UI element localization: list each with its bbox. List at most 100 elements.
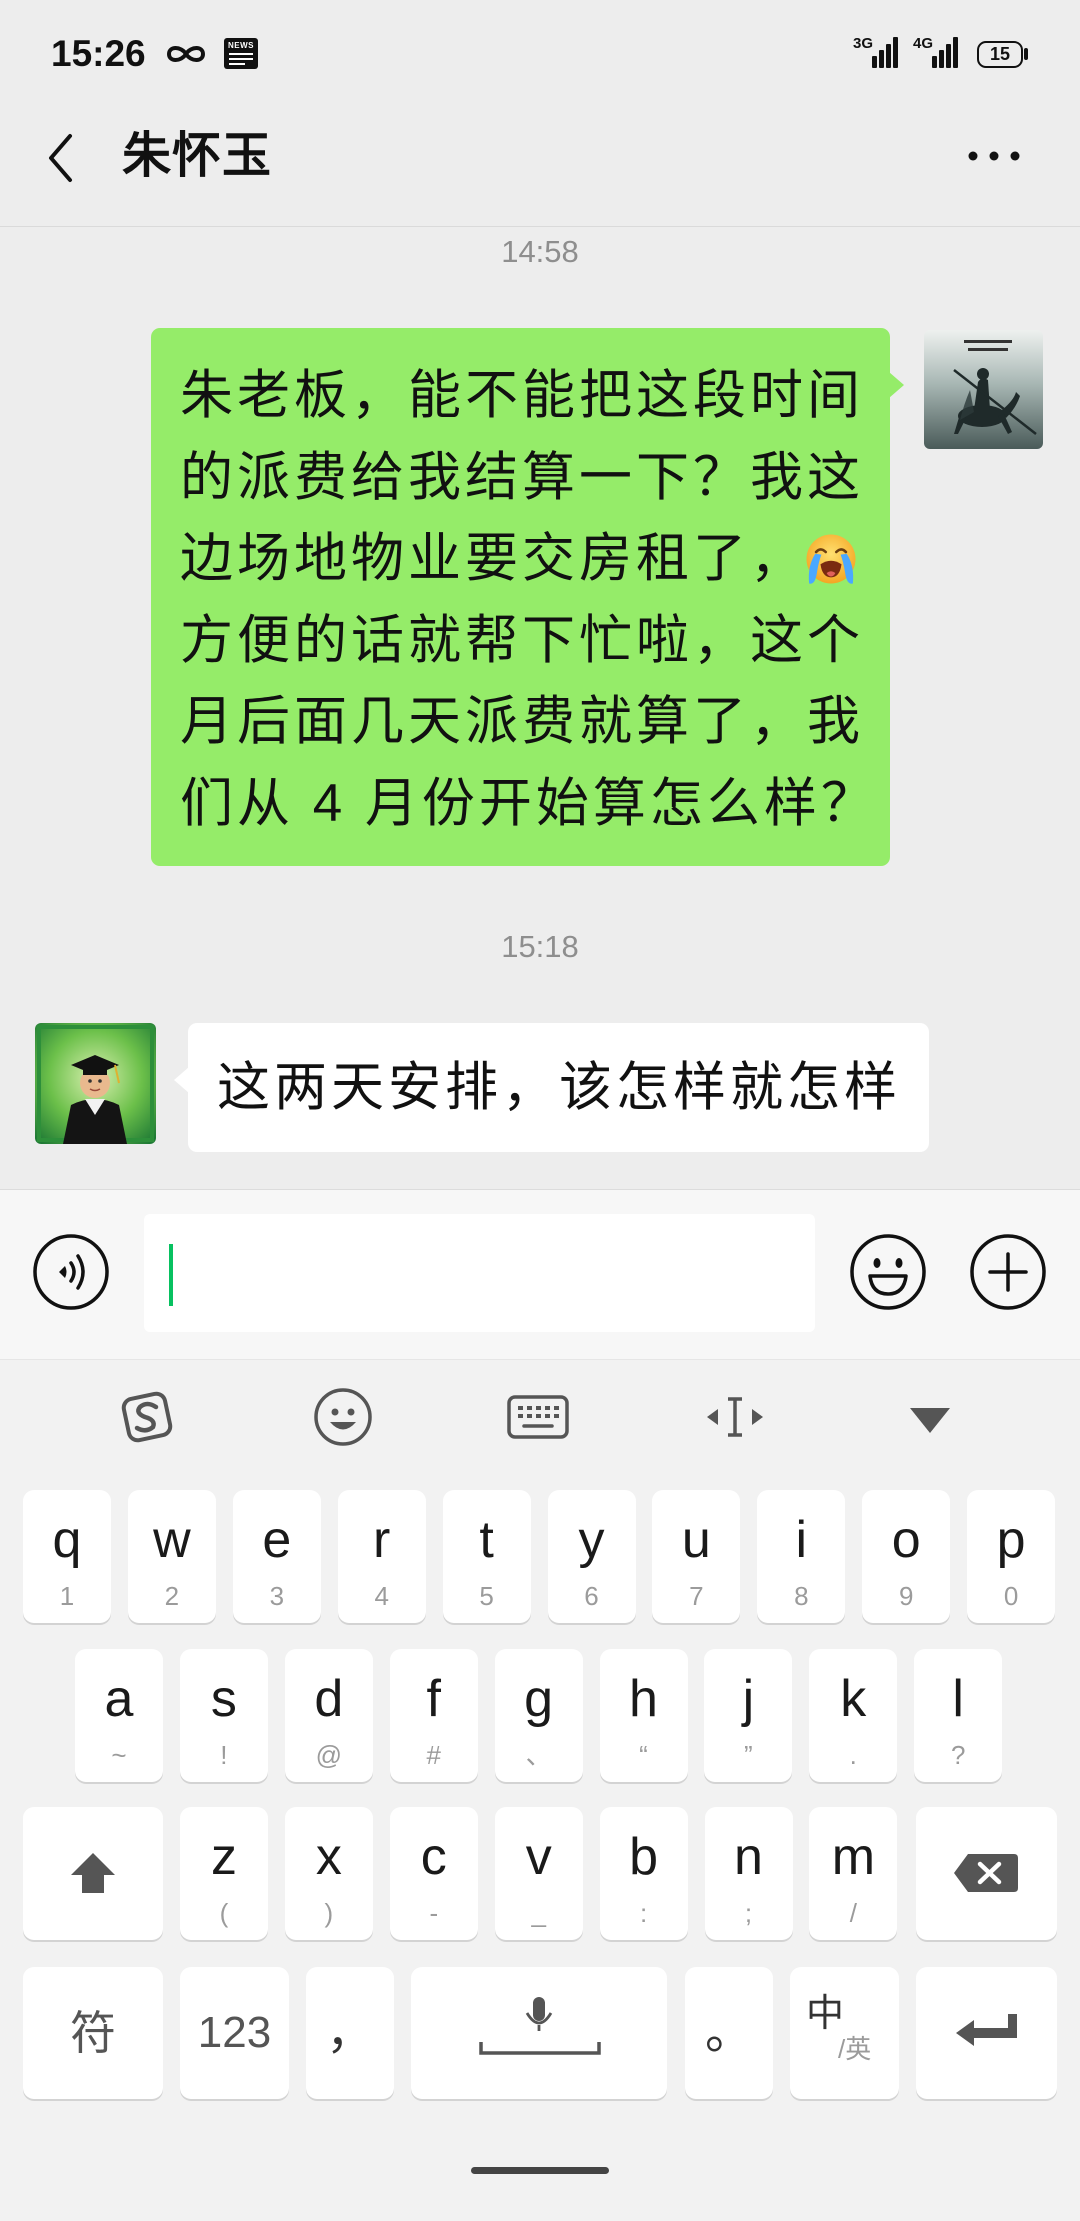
key-secondary-symbol: 3 — [269, 1581, 285, 1611]
key-letter: n — [734, 1828, 763, 1886]
key-s[interactable]: s! — [179, 1649, 268, 1782]
space-key[interactable] — [411, 1967, 667, 2099]
key-w[interactable]: w2 — [127, 1490, 216, 1623]
key-secondary-symbol: ~ — [111, 1740, 127, 1770]
key-g[interactable]: g、 — [494, 1649, 583, 1782]
voice-icon[interactable] — [31, 1232, 111, 1312]
key-k[interactable]: k. — [809, 1649, 898, 1782]
key-secondary-symbol: ( — [219, 1898, 229, 1928]
key-letter: x — [315, 1828, 342, 1886]
key-secondary-symbol: 8 — [794, 1581, 809, 1611]
key-letter: j — [742, 1670, 755, 1728]
key-letter: i — [795, 1511, 808, 1569]
symbol-key[interactable]: 符 — [23, 1967, 163, 2099]
backspace-key[interactable] — [916, 1807, 1057, 1940]
message-line: 月后面几天派费就算了，我 — [180, 692, 864, 751]
contact-avatar[interactable] — [35, 1023, 156, 1144]
received-bubble-tail — [174, 1067, 189, 1093]
numeric-key-label: 123 — [197, 2008, 272, 2057]
key-letter: c — [420, 1828, 447, 1886]
backspace-icon — [954, 1854, 1018, 1892]
received-message-text: 这两天安排，该怎样就怎样 — [217, 1058, 901, 1117]
message-line-with-emoji: 边场地物业要交房租了， — [180, 518, 878, 600]
shift-arrow-icon — [71, 1853, 115, 1893]
key-d[interactable]: d @ — [284, 1649, 373, 1782]
sent-message-bubble[interactable]: 朱老板，能不能把这段时间 的派费给我结算一下？我这 边场地物业要交房租了， 方便… — [151, 328, 890, 866]
key-secondary-symbol: “ — [639, 1740, 648, 1770]
my-avatar[interactable] — [924, 330, 1043, 449]
battery-indicator: 15 — [977, 41, 1023, 68]
network-3g-label: 3G — [853, 35, 874, 52]
key-z[interactable]: z( — [180, 1807, 268, 1940]
key-letter: y — [578, 1511, 605, 1569]
key-r[interactable]: r4 — [337, 1490, 426, 1623]
status-time: 15:26 — [51, 33, 146, 74]
emoji-icon[interactable] — [848, 1232, 928, 1312]
key-secondary-symbol: 2 — [164, 1581, 180, 1611]
key-j[interactable]: j” — [704, 1649, 793, 1782]
my-avatar-image — [924, 330, 1043, 449]
key-letter: q — [52, 1511, 82, 1569]
key-a[interactable]: a ~ — [75, 1649, 163, 1782]
key-i[interactable]: i8 — [757, 1490, 846, 1623]
chevron-left-icon[interactable] — [43, 130, 77, 186]
key-secondary-symbol: . — [849, 1740, 857, 1770]
key-letter: z — [211, 1828, 237, 1886]
chat-area[interactable]: 14:58 朱老板，能不能把这段时间 的派费给我结算一下？我这 边场地物业要交房… — [0, 227, 1080, 1189]
status-bar: 15:26 NEWS 3G 4G 15 — [0, 0, 1080, 106]
key-letter: g — [524, 1670, 554, 1728]
key-q[interactable]: q1 — [23, 1490, 111, 1623]
shift-key[interactable] — [23, 1807, 163, 1940]
message-line: 朱老板，能不能把这段时间 — [180, 366, 864, 425]
sent-message-text: 朱老板，能不能把这段时间 的派费给我结算一下？我这 边场地物业要交房租了， 方便… — [180, 355, 878, 844]
key-m[interactable]: m / — [809, 1807, 898, 1940]
text-cursor — [169, 1244, 173, 1306]
key-n[interactable]: n; — [704, 1807, 793, 1940]
news-icon: NEWS — [224, 38, 258, 69]
key-letter: s — [210, 1670, 237, 1728]
key-t[interactable]: t5 — [442, 1490, 531, 1623]
key-b[interactable]: b: — [599, 1807, 688, 1940]
enter-key[interactable] — [916, 1967, 1057, 2099]
comma-key[interactable]: ， — [306, 1967, 394, 2099]
timestamp: 14:58 — [501, 234, 579, 269]
key-l[interactable]: l? — [914, 1649, 1003, 1782]
key-y[interactable]: y6 — [547, 1490, 636, 1623]
timestamp: 15:18 — [501, 929, 579, 964]
period-key-label: 。 — [704, 2006, 753, 2059]
key-letter: l — [952, 1670, 964, 1728]
key-c[interactable]: c- — [389, 1807, 478, 1940]
key-secondary-symbol: 、 — [525, 1740, 552, 1770]
plus-icon[interactable] — [968, 1232, 1048, 1312]
language-switch-key[interactable]: 中 /英 — [790, 1967, 899, 2099]
key-letter: v — [525, 1828, 552, 1886]
message-input[interactable] — [144, 1214, 815, 1332]
key-f[interactable]: f # — [389, 1649, 478, 1782]
key-e[interactable]: e3 — [232, 1490, 321, 1623]
key-h[interactable]: h “ — [599, 1649, 688, 1782]
period-key[interactable]: 。 — [685, 1967, 773, 2099]
key-p[interactable]: p0 — [967, 1490, 1056, 1623]
symbol-key-label: 符 — [70, 2007, 116, 2059]
more-dots-icon[interactable] — [962, 141, 1026, 171]
message-line: 们从 4 月份开始算怎么样？ — [180, 773, 878, 833]
key-secondary-symbol: @ — [315, 1740, 342, 1770]
received-message-bubble[interactable]: 这两天安排，该怎样就怎样 — [188, 1023, 929, 1152]
key-u[interactable]: u7 — [652, 1490, 741, 1623]
enter-icon — [956, 2014, 1017, 2046]
numeric-key[interactable]: 123 — [180, 1967, 289, 2099]
contact-avatar-image — [35, 1023, 156, 1144]
key-letter: o — [891, 1511, 921, 1569]
key-v[interactable]: v _ — [494, 1807, 583, 1940]
loudly-crying-face-icon — [806, 534, 856, 584]
key-secondary-symbol: _ — [531, 1898, 546, 1928]
key-o[interactable]: o9 — [862, 1490, 951, 1623]
key-secondary-symbol: 1 — [59, 1581, 75, 1611]
key-x[interactable]: x) — [284, 1807, 373, 1940]
key-secondary-symbol: # — [426, 1740, 441, 1770]
home-indicator[interactable] — [471, 2167, 609, 2174]
input-bar — [0, 1189, 1080, 1360]
key-secondary-symbol: / — [849, 1898, 857, 1928]
key-letter: d — [314, 1670, 344, 1728]
message-line: 边场地物业要交房租了， — [180, 529, 807, 588]
